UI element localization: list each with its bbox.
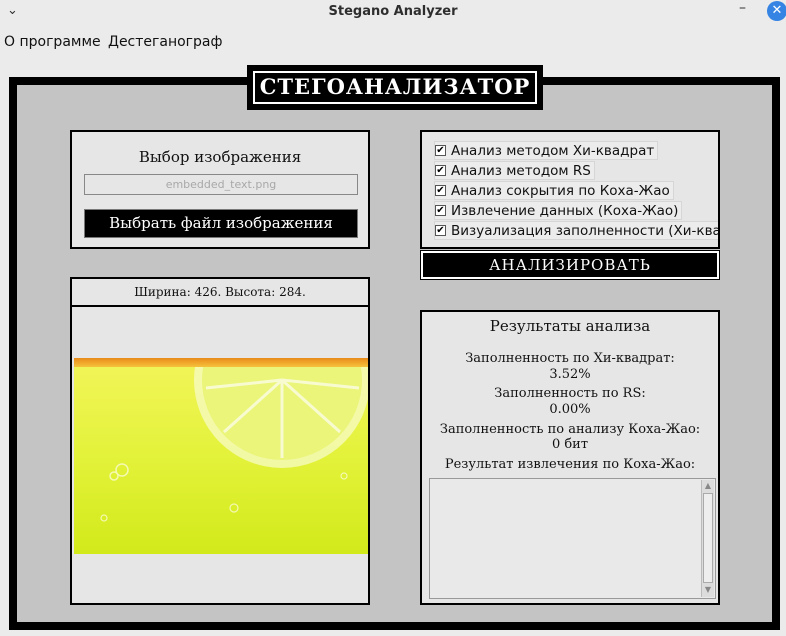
chi-square-value: 3.52% [549, 367, 591, 382]
scroll-thumb[interactable] [703, 493, 713, 583]
image-select-panel: Выбор изображения embedded_text.png Выбр… [70, 130, 370, 249]
checkbox-visualization[interactable]: ✔ Визуализация заполненности (Хи-квадрат… [434, 221, 720, 240]
analysis-options-panel: ✔ Анализ методом Хи-квадрат ✔ Анализ мет… [420, 130, 720, 249]
koch-zhao-label: Заполненность по анализу Коха-Жао: [439, 422, 701, 437]
results-title: Результаты анализа [489, 317, 651, 335]
menu-item-about[interactable]: О программе [4, 34, 101, 50]
checkbox-label: Извлечение данных (Коха-Жао) [451, 202, 679, 219]
choose-file-button[interactable]: Выбрать файл изображения [84, 209, 358, 238]
vertical-scrollbar[interactable]: ▲ ▼ [701, 480, 714, 597]
extract-result-textarea[interactable]: ▲ ▼ [429, 478, 716, 599]
checkbox-label: Анализ методом RS [451, 162, 591, 179]
image-preview-panel: Ширина: 426. Высота: 284. [70, 277, 370, 605]
koch-zhao-value: 0 бит [551, 437, 589, 452]
scroll-up-icon[interactable]: ▲ [703, 481, 713, 492]
checkbox-checked-icon[interactable]: ✔ [435, 225, 446, 236]
checkbox-label: Анализ сокрытия по Коха-Жао [451, 182, 670, 199]
image-dimensions: Ширина: 426. Высота: 284. [72, 279, 368, 307]
extract-label: Результат извлечения по Коха-Жао: [444, 457, 696, 472]
menu-item-desteganograph[interactable]: Дестеганограф [108, 34, 222, 50]
rs-value: 0.00% [549, 402, 591, 417]
page-title: СТЕГОАНАЛИЗАТОР [247, 65, 543, 110]
title-bar: ⌄ Stegano Analyzer – ✕ [0, 0, 786, 26]
analyze-button[interactable]: АНАЛИЗИРОВАТЬ [420, 250, 720, 280]
image-preview [74, 358, 368, 554]
checkbox-label: Анализ методом Хи-квадрат [451, 142, 655, 159]
minimize-icon[interactable]: – [739, 0, 746, 16]
scroll-down-icon[interactable]: ▼ [703, 585, 713, 596]
checkbox-checked-icon[interactable]: ✔ [435, 145, 446, 156]
checkbox-checked-icon[interactable]: ✔ [435, 205, 446, 216]
checkbox-chi-square[interactable]: ✔ Анализ методом Хи-квадрат [434, 141, 659, 160]
close-icon[interactable]: ✕ [767, 1, 786, 21]
checkbox-rs[interactable]: ✔ Анализ методом RS [434, 161, 595, 180]
results-panel: Результаты анализа Заполненность по Хи-к… [420, 310, 720, 605]
window-title: Stegano Analyzer [328, 4, 458, 19]
image-select-label: Выбор изображения [138, 148, 302, 166]
checkbox-checked-icon[interactable]: ✔ [435, 185, 446, 196]
menu-bar: О программе Дестеганограф [0, 32, 786, 54]
checkbox-checked-icon[interactable]: ✔ [435, 165, 446, 176]
checkbox-extract-data[interactable]: ✔ Извлечение данных (Коха-Жао) [434, 201, 683, 220]
file-path-field[interactable]: embedded_text.png [84, 174, 358, 195]
checkbox-koch-zhao[interactable]: ✔ Анализ сокрытия по Коха-Жао [434, 181, 674, 200]
rs-label: Заполненность по RS: [494, 386, 646, 401]
checkbox-label: Визуализация заполненности (Хи-квадрат) [451, 222, 720, 239]
chi-square-label: Заполненность по Хи-квадрат: [465, 351, 675, 366]
